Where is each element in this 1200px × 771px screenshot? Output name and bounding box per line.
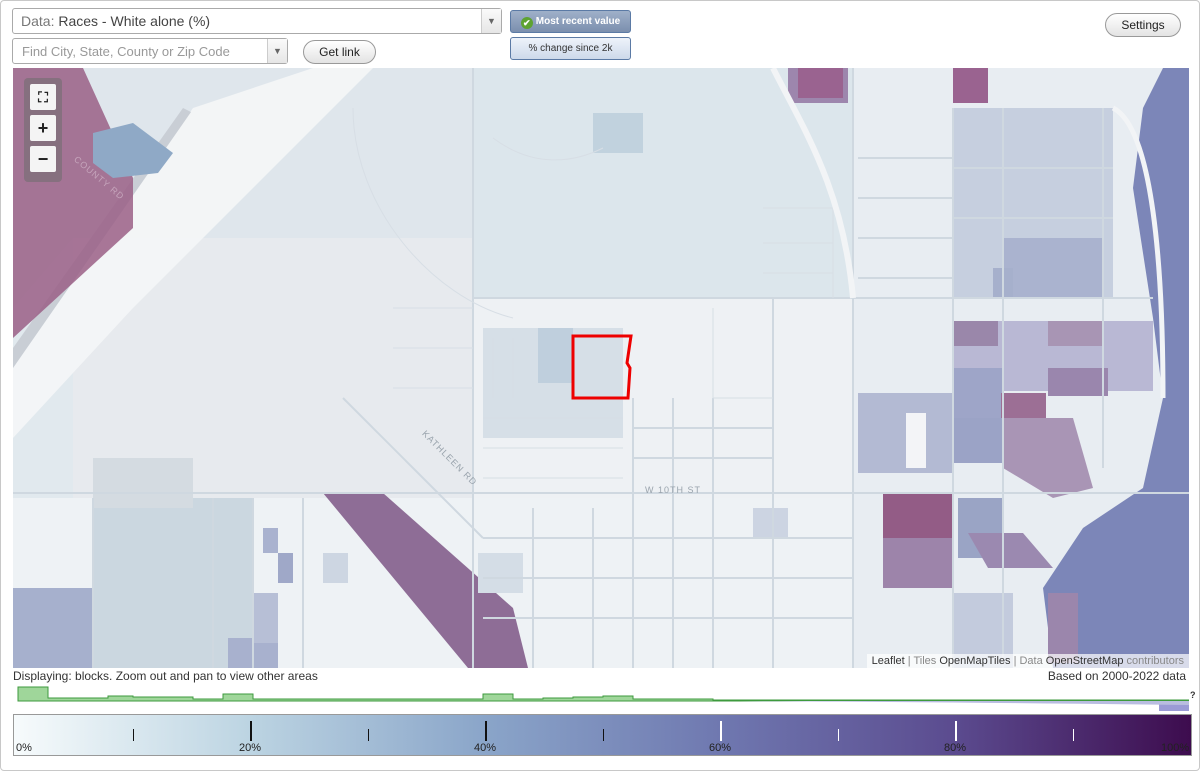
data-range-note: Based on 2000-2022 data — [1047, 669, 1186, 683]
tiles-label: Tiles — [913, 655, 937, 667]
attribution-separator: | — [907, 655, 911, 667]
legend-tick — [838, 729, 839, 741]
app-frame: Data: Races - White alone (%) ▼ ▼ Get li… — [0, 0, 1200, 771]
data-select-prefix: Data: — [21, 13, 55, 29]
legend-tick — [603, 729, 604, 741]
settings-button[interactable]: Settings — [1105, 13, 1181, 37]
legend-label: 0% — [16, 742, 32, 754]
openstreetmap-link[interactable]: OpenStreetMap — [1046, 655, 1124, 667]
zoom-out-button[interactable]: − — [30, 146, 56, 172]
location-search[interactable]: ▼ — [12, 38, 288, 64]
unknown-value-label: ? — [1190, 690, 1196, 700]
chevron-down-icon[interactable]: ▼ — [267, 39, 287, 63]
most-recent-value-label: Most recent value — [535, 16, 621, 27]
attribution-separator: | — [1013, 655, 1017, 667]
percent-change-button[interactable]: % change since 2k — [510, 37, 631, 60]
legend-tick — [368, 729, 369, 741]
value-histogram — [17, 686, 1189, 711]
zoom-controls: ⛶ + − — [24, 78, 62, 182]
legend-tick — [133, 729, 134, 741]
get-link-button[interactable]: Get link — [303, 40, 376, 64]
color-legend: 0% 20% 40% 60% 80% 100% — [13, 714, 1192, 756]
legend-label: 100% — [1161, 742, 1190, 754]
legend-tick — [1073, 729, 1074, 741]
zoom-in-button[interactable]: + — [30, 115, 56, 141]
legend-label: 20% — [239, 742, 262, 754]
most-recent-value-button[interactable]: ✔ Most recent value — [510, 10, 631, 33]
data-select-value: Data: Races - White alone (%) — [21, 13, 210, 29]
legend-tick — [485, 721, 487, 741]
data-select-label: Races - White alone (%) — [58, 13, 211, 29]
map-tiles — [13, 68, 1189, 668]
legend-label: 40% — [474, 742, 497, 754]
checkmark-icon: ✔ — [520, 17, 533, 29]
legend-tick — [955, 721, 957, 741]
map[interactable]: KATHLEEN RD W 10TH ST COUNTY RD ⛶ + − Le… — [13, 68, 1189, 668]
leaflet-link[interactable]: Leaflet — [872, 655, 905, 667]
legend-tick — [720, 721, 722, 741]
chevron-down-icon[interactable]: ▼ — [481, 9, 501, 33]
contributors-label: contributors — [1126, 655, 1184, 667]
search-input[interactable] — [13, 39, 267, 63]
legend-tick — [250, 721, 252, 741]
map-attribution: Leaflet | Tiles OpenMapTiles | Data Open… — [866, 654, 1189, 668]
legend-label: 60% — [709, 742, 732, 754]
street-label: W 10TH ST — [645, 485, 702, 495]
display-note: Displaying: blocks. Zoom out and pan to … — [13, 669, 318, 683]
legend-label: 80% — [944, 742, 967, 754]
fullscreen-icon[interactable]: ⛶ — [30, 84, 56, 110]
data-label: Data — [1019, 655, 1043, 667]
openmaptiles-link[interactable]: OpenMapTiles — [939, 655, 1010, 667]
data-select[interactable]: Data: Races - White alone (%) ▼ — [12, 8, 502, 34]
